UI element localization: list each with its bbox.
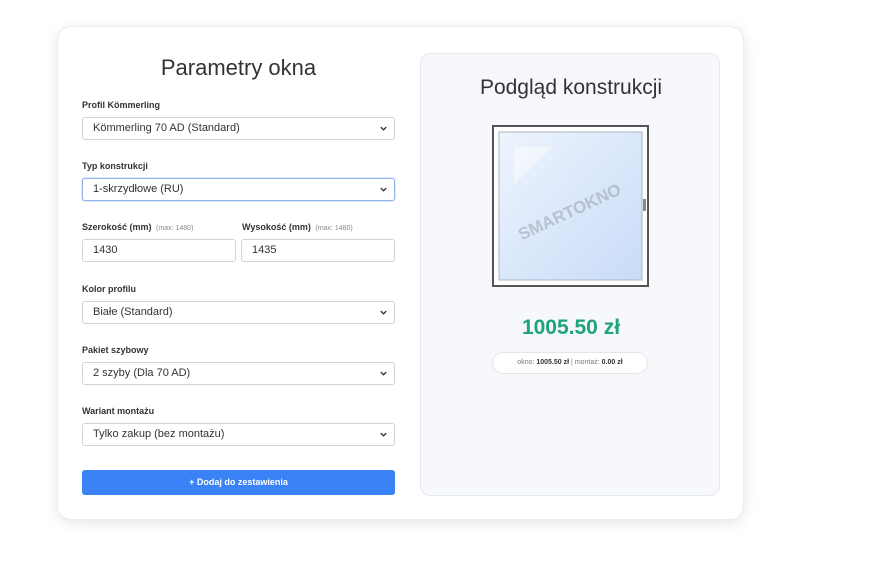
chevron-down-icon — [380, 432, 387, 437]
chevron-down-icon — [380, 371, 387, 376]
add-to-list-button[interactable]: + Dodaj do zestawienia — [82, 470, 395, 495]
construction-value: 1-skrzydłowe (RU) — [93, 183, 184, 195]
construction-preview-panel: Podgląd konstrukcji SMARTOKNO 1005.50 zł… — [420, 53, 720, 496]
price-breakdown: okno: 1005.50 zł | montaż: 0.00 zł — [492, 352, 648, 374]
glazing-label: Pakiet szybowy — [82, 345, 149, 355]
height-max-hint: (max: 1480) — [315, 225, 353, 232]
mounting-label: Wariant montażu — [82, 406, 155, 416]
width-max-hint: (max: 1480) — [156, 225, 194, 232]
color-label: Kolor profilu — [82, 284, 136, 294]
profile-select[interactable]: Kömmerling 70 AD (Standard) — [82, 117, 395, 140]
window-handle — [643, 199, 646, 211]
height-label: Wysokość (mm) (max: 1480) — [242, 222, 353, 232]
construction-select[interactable]: 1-skrzydłowe (RU) — [82, 178, 395, 201]
configurator-card: Parametry okna Profil Kömmerling Kömmerl… — [57, 26, 744, 520]
mounting-price-value: 0.00 zł — [601, 359, 623, 366]
chevron-down-icon — [380, 310, 387, 315]
mounting-select[interactable]: Tylko zakup (bez montażu) — [82, 423, 395, 446]
profile-label: Profil Kömmerling — [82, 100, 161, 110]
chevron-down-icon — [380, 187, 387, 192]
profile-value: Kömmerling 70 AD (Standard) — [93, 122, 240, 134]
glazing-value: 2 szyby (Dla 70 AD) — [93, 367, 191, 379]
width-value: 1430 — [93, 244, 118, 256]
breakdown-separator: | — [571, 359, 573, 366]
chevron-down-icon — [380, 126, 387, 131]
width-label: Szerokość (mm) (max: 1480) — [82, 222, 194, 232]
color-select[interactable]: Białe (Standard) — [82, 301, 395, 324]
glazing-select[interactable]: 2 szyby (Dla 70 AD) — [82, 362, 395, 385]
mounting-price-label: montaż: — [574, 359, 600, 366]
window-preview: SMARTOKNO — [492, 125, 649, 287]
preview-title: Podgląd konstrukcji — [479, 76, 663, 99]
color-value: Białe (Standard) — [93, 306, 173, 318]
construction-label: Typ konstrukcji — [82, 161, 148, 171]
height-input[interactable]: 1435 — [241, 239, 395, 262]
total-price: 1005.50 zł — [521, 316, 621, 339]
window-price-value: 1005.50 zł — [536, 359, 570, 366]
height-value: 1435 — [252, 244, 277, 256]
form-title: Parametry okna — [160, 55, 317, 80]
window-price-label: okno: — [517, 359, 535, 366]
width-input[interactable]: 1430 — [82, 239, 236, 262]
mounting-value: Tylko zakup (bez montażu) — [93, 428, 225, 440]
